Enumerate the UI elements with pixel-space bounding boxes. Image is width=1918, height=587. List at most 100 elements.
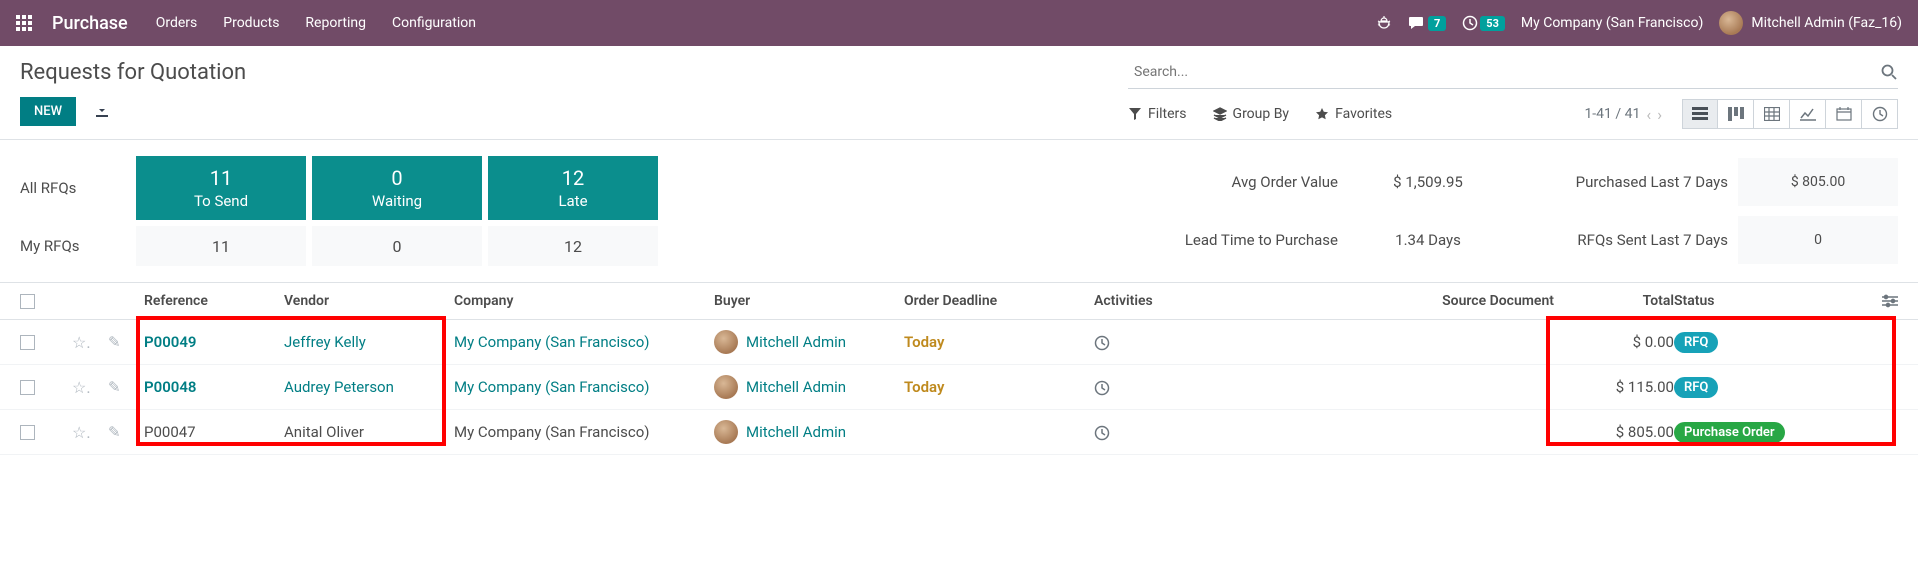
reference-link[interactable]: P00047: [144, 423, 196, 441]
search-icon[interactable]: [1880, 63, 1898, 81]
buyer-avatar: [714, 375, 738, 399]
reference-link[interactable]: P00048: [144, 378, 196, 396]
row-checkbox[interactable]: [20, 335, 35, 350]
reference-link[interactable]: P00049: [144, 333, 196, 351]
schedule-activity-icon[interactable]: ✎: [108, 423, 121, 441]
th-company[interactable]: Company: [454, 293, 714, 309]
my-late[interactable]: 12: [488, 226, 658, 266]
company-switcher[interactable]: My Company (San Francisco): [1521, 15, 1703, 31]
table-row[interactable]: ☆. ✎ P00048 Audrey Peterson My Company (…: [0, 365, 1918, 410]
rfq-table: Reference Vendor Company Buyer Order Dea…: [0, 282, 1918, 455]
th-deadline[interactable]: Order Deadline: [904, 293, 1094, 309]
pager-text[interactable]: 1-41 / 41: [1584, 106, 1640, 122]
apps-icon[interactable]: [16, 15, 34, 31]
clock-icon[interactable]: [1094, 333, 1110, 352]
star-icon: [1315, 107, 1329, 121]
all-rfqs-label[interactable]: All RFQs: [20, 156, 130, 220]
deadline-value: Today: [904, 378, 944, 396]
favorite-star-icon[interactable]: ☆.: [72, 423, 91, 442]
vendor-link[interactable]: Jeffrey Kelly: [284, 333, 366, 351]
lead-time-value: 1.34 Days: [1348, 216, 1508, 264]
th-status[interactable]: Status: [1674, 293, 1854, 309]
groupby-menu[interactable]: Group By: [1213, 106, 1290, 122]
row-checkbox[interactable]: [20, 380, 35, 395]
schedule-activity-icon[interactable]: ✎: [108, 333, 121, 351]
stat-late[interactable]: 12 Late: [488, 156, 658, 220]
buyer-avatar: [714, 330, 738, 354]
search-input[interactable]: [1128, 60, 1880, 84]
favorite-star-icon[interactable]: ☆.: [72, 333, 91, 352]
pager-next-icon[interactable]: ›: [1657, 105, 1662, 124]
buyer-avatar: [714, 420, 738, 444]
th-reference[interactable]: Reference: [144, 293, 284, 309]
buyer-link[interactable]: Mitchell Admin: [746, 378, 846, 396]
messages-count: 7: [1428, 16, 1446, 31]
control-panel: Requests for Quotation NEW Filters Group…: [0, 46, 1918, 140]
clock-icon[interactable]: [1094, 423, 1110, 442]
filter-icon: [1128, 107, 1142, 121]
nav-reporting[interactable]: Reporting: [305, 15, 366, 31]
buyer-link[interactable]: Mitchell Admin: [746, 333, 846, 351]
pager: 1-41 / 41 ‹ ›: [1584, 105, 1662, 124]
stat-waiting[interactable]: 0 Waiting: [312, 156, 482, 220]
view-list-icon[interactable]: [1682, 99, 1718, 129]
table-row[interactable]: ☆. ✎ P00049 Jeffrey Kelly My Company (Sa…: [0, 320, 1918, 365]
avatar: [1719, 11, 1743, 35]
status-badge: Purchase Order: [1674, 422, 1785, 443]
select-all-checkbox[interactable]: [20, 294, 35, 309]
th-total[interactable]: Total: [1554, 293, 1674, 309]
th-vendor[interactable]: Vendor: [284, 293, 454, 309]
vendor-link[interactable]: Anital Oliver: [284, 423, 364, 441]
view-graph-icon[interactable]: [1790, 99, 1826, 129]
company-link[interactable]: My Company (San Francisco): [454, 378, 649, 396]
user-menu[interactable]: Mitchell Admin (Faz_16): [1719, 11, 1902, 35]
favorites-menu[interactable]: Favorites: [1315, 106, 1392, 122]
nav-orders[interactable]: Orders: [156, 15, 198, 31]
my-to-send[interactable]: 11: [136, 226, 306, 266]
purchased-7d-value[interactable]: $ 805.00: [1738, 158, 1898, 206]
messages-icon[interactable]: 7: [1408, 15, 1446, 31]
avg-order-value: $ 1,509.95: [1348, 158, 1508, 206]
pager-prev-icon[interactable]: ‹: [1646, 105, 1651, 124]
th-source[interactable]: Source Document: [1254, 293, 1554, 309]
layers-icon: [1213, 107, 1227, 121]
sent-7d-value[interactable]: 0: [1738, 216, 1898, 264]
clock-icon[interactable]: [1094, 378, 1110, 397]
nav-configuration[interactable]: Configuration: [392, 15, 476, 31]
deadline-value: Today: [904, 333, 944, 351]
top-nav: Purchase Orders Products Reporting Confi…: [0, 0, 1918, 46]
favorite-star-icon[interactable]: ☆.: [72, 378, 91, 397]
page-title: Requests for Quotation: [20, 60, 246, 85]
total-value: $ 115.00: [1554, 378, 1674, 396]
app-brand[interactable]: Purchase: [52, 13, 128, 34]
view-kanban-icon[interactable]: [1718, 99, 1754, 129]
new-button[interactable]: NEW: [20, 97, 76, 126]
my-rfqs-label[interactable]: My RFQs: [20, 226, 130, 266]
filters-menu[interactable]: Filters: [1128, 106, 1187, 122]
view-pivot-icon[interactable]: [1754, 99, 1790, 129]
row-checkbox[interactable]: [20, 425, 35, 440]
bug-icon[interactable]: [1376, 15, 1392, 31]
company-link[interactable]: My Company (San Francisco): [454, 423, 649, 441]
stat-to-send[interactable]: 11 To Send: [136, 156, 306, 220]
company-link[interactable]: My Company (San Francisco): [454, 333, 649, 351]
user-name: Mitchell Admin (Faz_16): [1751, 15, 1902, 31]
my-waiting[interactable]: 0: [312, 226, 482, 266]
th-activities[interactable]: Activities: [1094, 293, 1254, 309]
lead-time-label: Lead Time to Purchase: [1148, 216, 1338, 264]
status-badge: RFQ: [1674, 377, 1718, 398]
nav-products[interactable]: Products: [223, 15, 279, 31]
purchased-7d-label: Purchased Last 7 Days: [1518, 158, 1728, 206]
dashboard: All RFQs 11 To Send 0 Waiting 12 Late My…: [0, 140, 1918, 282]
buyer-link[interactable]: Mitchell Admin: [746, 423, 846, 441]
vendor-link[interactable]: Audrey Peterson: [284, 378, 394, 396]
th-buyer[interactable]: Buyer: [714, 293, 904, 309]
total-value: $ 0.00: [1554, 333, 1674, 351]
view-calendar-icon[interactable]: [1826, 99, 1862, 129]
activities-icon[interactable]: 53: [1462, 15, 1505, 31]
schedule-activity-icon[interactable]: ✎: [108, 378, 121, 396]
view-activity-icon[interactable]: [1862, 99, 1898, 129]
download-icon[interactable]: [94, 103, 110, 119]
table-row[interactable]: ☆. ✎ P00047 Anital Oliver My Company (Sa…: [0, 410, 1918, 455]
column-options-icon[interactable]: [1854, 293, 1898, 309]
